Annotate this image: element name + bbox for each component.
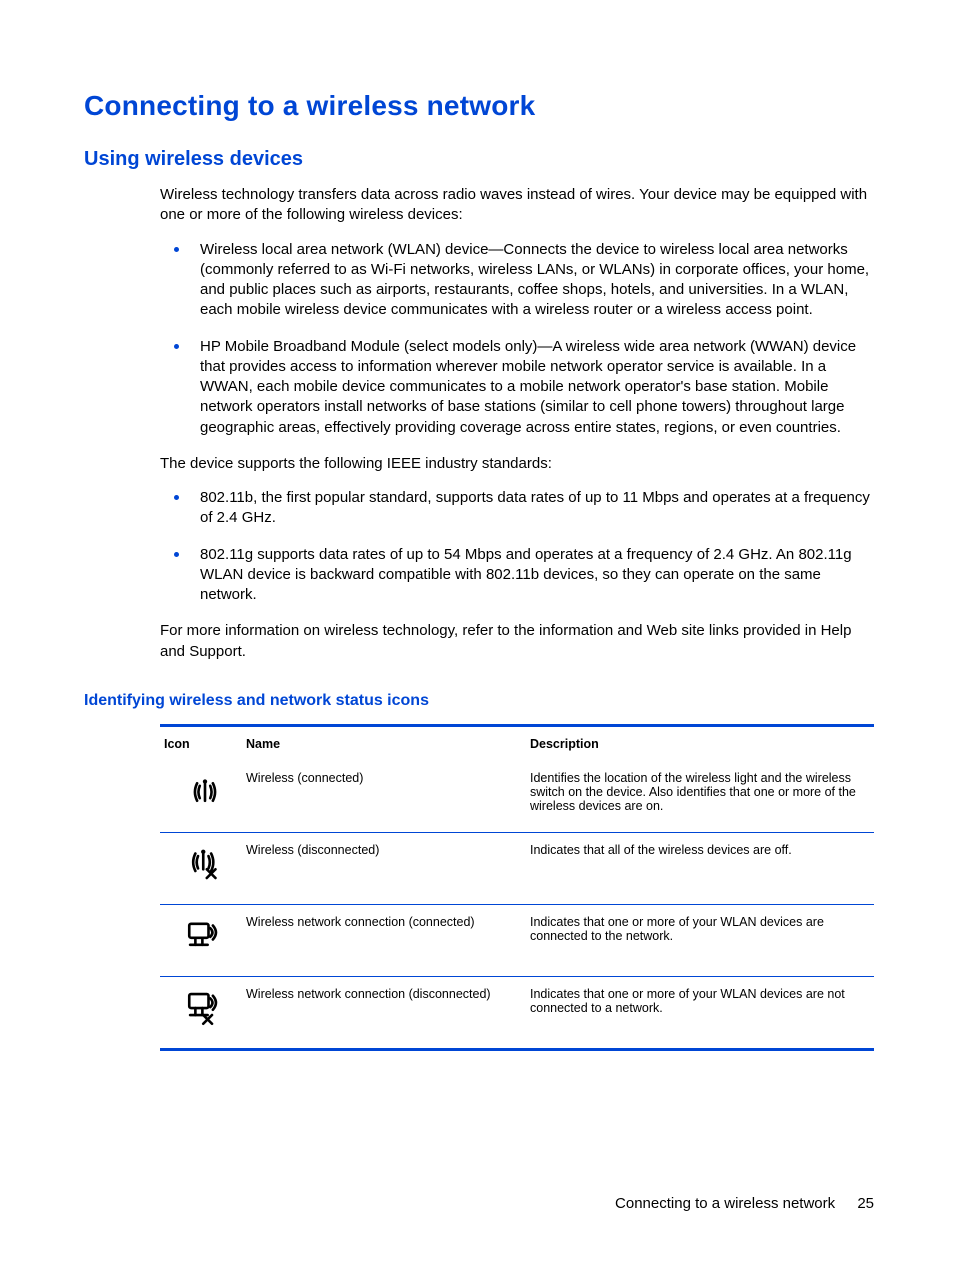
list-item: HP Mobile Broadband Module (select model… <box>160 337 874 438</box>
table-header-desc: Description <box>530 737 874 751</box>
standards-intro: The device supports the following IEEE i… <box>160 454 874 474</box>
section-heading: Using wireless devices <box>84 148 874 171</box>
table-row: Wireless (disconnected) Indicates that a… <box>160 833 874 905</box>
devices-list: Wireless local area network (WLAN) devic… <box>160 240 874 438</box>
table-cell-desc: Identifies the location of the wireless … <box>530 771 874 813</box>
table-cell-name: Wireless network connection (connected) <box>246 915 530 929</box>
table-header-icon: Icon <box>160 737 246 751</box>
table-header-name: Name <box>246 737 530 751</box>
wireless-connected-icon <box>184 771 226 816</box>
wireless-disconnected-icon <box>184 843 226 888</box>
table-row: Wireless network connection (connected) … <box>160 905 874 977</box>
list-item: 802.11b, the first popular standard, sup… <box>160 488 874 529</box>
page-title: Connecting to a wireless network <box>84 90 874 122</box>
icon-table: Icon Name Description <box>160 724 874 1051</box>
table-row: Wireless network connection (disconnecte… <box>160 977 874 1048</box>
intro-paragraph: Wireless technology transfers data acros… <box>160 185 874 226</box>
table-cell-desc: Indicates that all of the wireless devic… <box>530 843 874 857</box>
footer-page-number: 25 <box>857 1195 874 1212</box>
standards-list: 802.11b, the first popular standard, sup… <box>160 488 874 605</box>
footer-title: Connecting to a wireless network <box>615 1195 835 1212</box>
list-item: Wireless local area network (WLAN) devic… <box>160 240 874 321</box>
table-row: Wireless (connected) Identifies the loca… <box>160 761 874 833</box>
subsection-heading: Identifying wireless and network status … <box>84 692 874 710</box>
more-info-paragraph: For more information on wireless technol… <box>160 621 874 662</box>
wlan-connected-icon <box>184 915 226 960</box>
table-header-row: Icon Name Description <box>160 727 874 761</box>
table-cell-name: Wireless (disconnected) <box>246 843 530 857</box>
page-footer: Connecting to a wireless network 25 <box>615 1195 874 1212</box>
table-cell-name: Wireless network connection (disconnecte… <box>246 987 530 1001</box>
table-cell-desc: Indicates that one or more of your WLAN … <box>530 915 874 943</box>
table-cell-desc: Indicates that one or more of your WLAN … <box>530 987 874 1015</box>
table-cell-name: Wireless (connected) <box>246 771 530 785</box>
list-item: 802.11g supports data rates of up to 54 … <box>160 545 874 606</box>
wlan-disconnected-icon <box>184 987 226 1032</box>
